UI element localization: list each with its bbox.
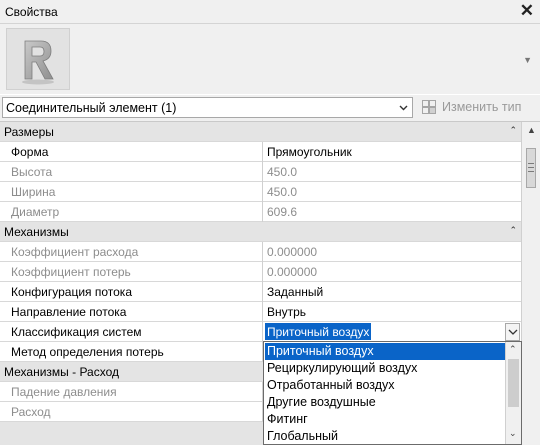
param-name: Форма xyxy=(0,142,263,162)
group-header-mechanics[interactable]: Механизмы ⌃ xyxy=(0,222,521,242)
param-name: Метод определения потерь xyxy=(0,342,263,362)
param-name: Конфигурация потока xyxy=(0,282,263,302)
param-row-height: Высота 450.0 xyxy=(0,162,521,182)
scroll-up-icon[interactable]: ▲ xyxy=(527,125,536,135)
close-icon[interactable]: ✕ xyxy=(520,2,534,20)
chevron-up-icon[interactable]: ⌃ xyxy=(509,344,517,355)
group-header-sizes[interactable]: Размеры ⌃ xyxy=(0,122,521,142)
param-name: Ширина xyxy=(0,182,263,202)
param-name: Расход xyxy=(0,402,263,422)
param-row-system-classification[interactable]: Классификация систем Приточный воздух xyxy=(0,322,521,342)
element-type-value: Соединительный элемент (1) xyxy=(6,101,177,115)
param-name: Падение давления xyxy=(0,382,263,402)
panel-title: Свойства xyxy=(5,5,58,19)
param-name: Диаметр xyxy=(0,202,263,222)
element-type-select[interactable]: Соединительный элемент (1) xyxy=(2,97,413,118)
type-selector-bar: Соединительный элемент (1) Изменить тип xyxy=(0,95,540,121)
type-preview-area: ▼ xyxy=(0,24,540,94)
combo-dropdown-button[interactable] xyxy=(505,323,520,341)
properties-titlebar: Свойства ✕ xyxy=(0,0,540,24)
param-row-diameter: Диаметр 609.6 xyxy=(0,202,521,222)
dropdown-option[interactable]: Рециркулирующий воздух xyxy=(265,360,505,377)
collapse-icon[interactable]: ⌃ xyxy=(509,125,517,136)
param-value: 0.000000 xyxy=(267,245,318,259)
dropdown-scrollbar[interactable]: ⌃ ⌄ xyxy=(505,342,521,444)
dropdown-option[interactable]: Глобальный xyxy=(265,428,505,444)
param-value[interactable]: Внутрь xyxy=(263,302,521,322)
group-label: Механизмы xyxy=(4,225,69,239)
chevron-down-icon xyxy=(508,329,518,335)
collapse-icon[interactable]: ⌃ xyxy=(509,225,517,236)
dropdown-option[interactable]: Отработанный воздух xyxy=(265,377,505,394)
chevron-down-icon xyxy=(399,105,408,111)
param-value[interactable]: Заданный xyxy=(263,282,521,302)
dropdown-option[interactable]: Приточный воздух xyxy=(265,343,505,360)
group-label: Механизмы - Расход xyxy=(4,365,120,379)
param-row-flow-configuration[interactable]: Конфигурация потока Заданный xyxy=(0,282,521,302)
edit-type-label: Изменить тип xyxy=(442,100,522,114)
combo-selected-value[interactable]: Приточный воздух xyxy=(265,323,372,340)
param-name: Высота xyxy=(0,162,263,182)
dropdown-scroll-thumb[interactable] xyxy=(508,359,519,407)
system-classification-dropdown[interactable]: Приточный воздух Рециркулирующий воздух … xyxy=(263,341,522,445)
param-value: 0.000000 xyxy=(267,265,318,279)
param-name: Коэффициент расхода xyxy=(0,242,263,262)
param-value[interactable]: Прямоугольник xyxy=(263,142,521,162)
param-name: Направление потока xyxy=(0,302,263,322)
grid-scrollbar[interactable]: ▲ xyxy=(521,122,540,445)
param-row-flow-direction[interactable]: Направление потока Внутрь xyxy=(0,302,521,322)
param-row-width: Ширина 450.0 xyxy=(0,182,521,202)
param-row-shape[interactable]: Форма Прямоугольник xyxy=(0,142,521,162)
param-name: Коэффициент потерь xyxy=(0,262,263,282)
param-name: Классификация систем xyxy=(0,322,263,342)
group-label: Размеры xyxy=(4,125,54,139)
chevron-down-icon[interactable]: ⌄ xyxy=(509,428,517,439)
param-value: 609.6 xyxy=(267,205,298,219)
scrollbar-thumb[interactable] xyxy=(526,148,536,188)
param-row-flow-coefficient: Коэффициент расхода 0.000000 xyxy=(0,242,521,262)
param-row-loss-coefficient: Коэффициент потерь 0.000000 xyxy=(0,262,521,282)
system-classification-combo[interactable]: Приточный воздух xyxy=(263,322,521,342)
dropdown-option[interactable]: Другие воздушные xyxy=(265,394,505,411)
preview-scroll-down-icon[interactable]: ▼ xyxy=(523,55,532,65)
edit-type-icon xyxy=(422,100,436,114)
param-value: 450.0 xyxy=(267,165,298,179)
dropdown-option[interactable]: Фитинг xyxy=(265,411,505,428)
revit-logo-icon xyxy=(6,28,70,90)
param-value: 450.0 xyxy=(267,185,298,199)
